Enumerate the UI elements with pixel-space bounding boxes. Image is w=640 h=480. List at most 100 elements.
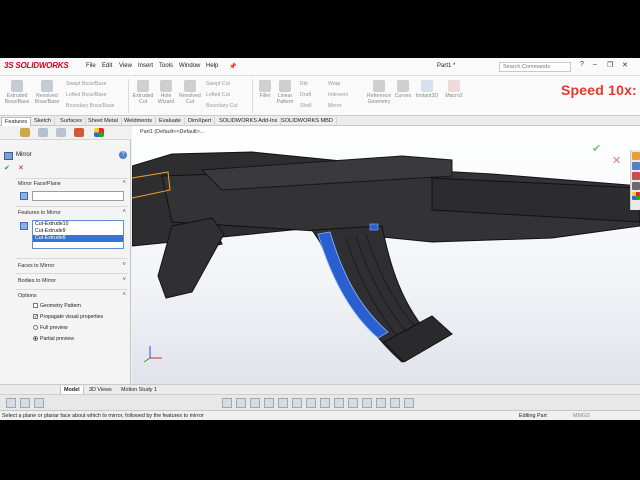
mirror-face-heading[interactable]: Mirror Face/Plane [18,181,61,187]
tab-dimxpert[interactable]: DimXpert [185,117,216,126]
tab-3d-views[interactable]: 3D Views [86,386,115,394]
chevron-up-icon[interactable]: ˄ [122,292,126,298]
tab-sketch[interactable]: Sketch [31,117,56,126]
linear-pattern-button[interactable]: Linear Pattern [274,80,296,105]
menu-help[interactable]: Help [206,63,218,69]
isometric-icon[interactable] [376,398,386,408]
boundary-cut-button[interactable]: Boundary Cut [206,103,238,109]
pan-icon[interactable] [334,398,344,408]
restore-button[interactable]: ❐ [607,61,613,69]
property-manager-icon[interactable] [38,128,48,137]
zoom-fit-icon[interactable] [6,398,16,408]
chevron-up-icon[interactable]: ˄ [122,209,126,215]
rib-button[interactable]: Rib [300,81,308,87]
view-orientation-icon[interactable] [236,398,246,408]
extruded-cut-button[interactable]: Extruded Cut [132,80,154,105]
chevron-down-icon[interactable]: ˅ [122,277,126,283]
menu-edit[interactable]: Edit [102,63,112,69]
top-view-icon[interactable] [404,398,414,408]
design-library-icon[interactable] [632,172,640,180]
draft-button[interactable]: Draft [300,92,311,98]
dimxpert-icon[interactable] [74,128,84,137]
swept-boss-button[interactable]: Swept Boss/Base [66,81,107,87]
hide-show-icon[interactable] [264,398,274,408]
intersect-button[interactable]: Intersect [328,92,348,98]
tab-motion-study[interactable]: Motion Study 1 [118,386,160,394]
features-list[interactable]: Cut-Extrude10 Cut-Extrude9 Cut-Extrude8 [32,220,124,249]
faces-to-mirror-heading[interactable]: Faces to Mirror [18,263,54,269]
view-settings-icon[interactable] [306,398,316,408]
checkbox[interactable] [33,303,38,309]
cancel-confirm-corner[interactable]: ✕ [612,154,621,167]
pin-icon[interactable]: 📌 [229,63,236,70]
lofted-boss-button[interactable]: Lofted Boss/Base [66,92,107,98]
revolved-boss-button[interactable]: Revolved Boss/Base [32,80,62,105]
edit-appearance-icon[interactable] [278,398,288,408]
graphics-area[interactable]: Part1 (Default<<Default>... ✔ ✕ [132,126,640,384]
menu-file[interactable]: File [86,63,96,69]
fillet-button[interactable]: Fillet [255,80,275,99]
radio[interactable] [33,325,38,331]
menu-window[interactable]: Window [179,63,200,69]
front-view-icon[interactable] [390,398,400,408]
bodies-to-mirror-heading[interactable]: Bodies to Mirror [18,278,56,284]
configuration-icon[interactable] [56,128,66,137]
normal-to-icon[interactable] [362,398,372,408]
close-button[interactable]: ✕ [622,61,628,69]
curves-button[interactable]: Curves [393,80,413,99]
scene-icon[interactable] [292,398,302,408]
feature-tree-icon[interactable] [20,128,30,137]
display-style-icon[interactable] [250,398,260,408]
checkbox-checked[interactable]: ✓ [33,314,38,320]
instant3d-button[interactable]: Instant3D [414,80,440,99]
previous-view-icon[interactable] [34,398,44,408]
home-icon[interactable] [632,152,640,160]
chevron-up-icon[interactable]: ˄ [122,180,126,186]
tab-features[interactable]: Features [1,117,32,126]
mirror-button[interactable]: Mirror [328,103,342,109]
file-explorer-icon[interactable] [632,182,640,190]
tab-mbd[interactable]: SOLIDWORKS MBD [278,117,337,126]
revolved-cut-button[interactable]: Revolved Cut [178,80,202,105]
rotate-icon[interactable] [320,398,330,408]
options-heading[interactable]: Options [18,293,37,299]
ok-button[interactable]: ✔ [4,164,10,172]
rifle-model[interactable] [132,126,640,384]
section-view-icon[interactable] [222,398,232,408]
ok-confirm-corner[interactable]: ✔ [592,142,601,155]
tab-weldments[interactable]: Weldments [121,117,156,126]
lofted-cut-button[interactable]: Lofted Cut [206,92,230,98]
shell-button[interactable]: Shell [300,103,312,109]
wrap-button[interactable]: Wrap [328,81,340,87]
search-input[interactable]: Search Commands [499,62,571,72]
propagate-checkbox[interactable]: ✓ Propagate visual properties [33,314,103,320]
help-icon[interactable]: ? [119,151,127,159]
menu-view[interactable]: View [119,63,132,69]
menu-insert[interactable]: Insert [138,63,153,69]
list-item[interactable]: Cut-Extrude9 [33,228,123,235]
zoom-area-icon[interactable] [20,398,30,408]
zoom-icon[interactable] [348,398,358,408]
macro-button[interactable]: Macro2 [442,80,466,99]
tab-addins[interactable]: SOLIDWORKS Add-Ins [216,117,282,126]
tab-sheet-metal[interactable]: Sheet Metal [85,117,122,126]
tab-surfaces[interactable]: Surfaces [57,117,87,126]
list-item[interactable]: Cut-Extrude8 [33,235,123,242]
features-to-mirror-heading[interactable]: Features to Mirror [18,210,61,216]
partial-preview-radio[interactable]: Partial preview [33,336,74,342]
boundary-boss-button[interactable]: Boundary Boss/Base [66,103,114,109]
chevron-down-icon[interactable]: ˅ [122,262,126,268]
swept-cut-button[interactable]: Swept Cut [206,81,230,87]
list-item[interactable]: Cut-Extrude10 [33,221,123,228]
full-preview-radio[interactable]: Full preview [33,325,68,331]
tab-evaluate[interactable]: Evaluate [156,117,185,126]
resources-icon[interactable] [632,162,640,170]
appearances-icon[interactable] [632,192,640,200]
menu-tools[interactable]: Tools [159,63,173,69]
appearance-icon[interactable] [94,128,104,137]
radio-selected[interactable] [33,336,38,342]
help-icon[interactable]: ? [580,61,584,68]
cancel-button[interactable]: ✕ [18,164,24,172]
units-selector[interactable]: MMGS [573,413,590,419]
extruded-boss-button[interactable]: Extruded Boss/Base [2,80,32,105]
